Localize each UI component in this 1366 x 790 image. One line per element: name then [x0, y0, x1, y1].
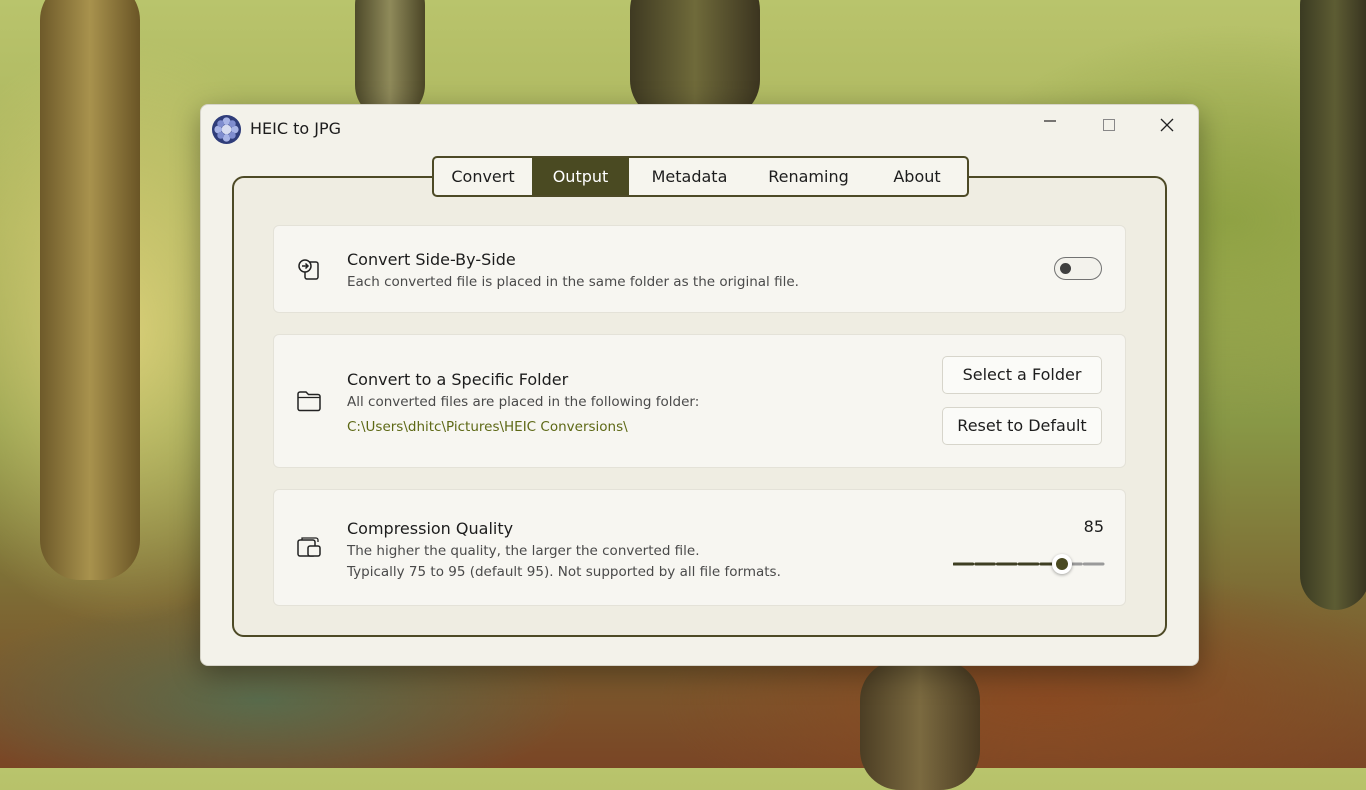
slider-track: [953, 562, 1105, 566]
maximize-icon: [1103, 119, 1115, 131]
quality-value: 85: [1083, 517, 1104, 536]
specific-folder-card: Convert to a Specific Folder All convert…: [273, 334, 1126, 468]
side-by-side-description: Each converted file is placed in the sam…: [347, 274, 799, 290]
minimize-button[interactable]: [1025, 105, 1075, 145]
quality-slider[interactable]: [953, 551, 1105, 577]
side-by-side-title: Convert Side-By-Side: [347, 250, 516, 269]
minimize-icon: [1044, 120, 1056, 122]
compression-quality-note: Typically 75 to 95 (default 95). Not sup…: [347, 564, 781, 580]
specific-folder-title: Convert to a Specific Folder: [347, 370, 569, 389]
specific-folder-description: All converted files are placed in the fo…: [347, 394, 700, 410]
output-folder-path: C:\Users\dhitc\Pictures\HEIC Conversions…: [347, 419, 628, 435]
background-tree-trunk: [860, 660, 980, 790]
compression-quality-description: The higher the quality, the larger the c…: [347, 543, 700, 559]
compression-quality-card: Compression Quality The higher the quali…: [273, 489, 1126, 606]
close-icon: [1160, 118, 1174, 132]
close-button[interactable]: [1142, 105, 1192, 145]
app-logo-icon: [211, 114, 242, 145]
background-tree-trunk: [630, 0, 760, 120]
app-title: HEIC to JPG: [250, 119, 342, 138]
tab-output[interactable]: Output: [532, 158, 629, 195]
slider-thumb[interactable]: [1052, 554, 1073, 574]
tab-renaming[interactable]: Renaming: [750, 158, 867, 195]
background-tree-trunk: [1300, 0, 1366, 610]
toggle-knob: [1060, 263, 1071, 274]
side-by-side-card: Convert Side-By-Side Each converted file…: [273, 225, 1126, 313]
title-bar[interactable]: HEIC to JPG: [201, 105, 1198, 153]
compression-quality-title: Compression Quality: [347, 519, 514, 538]
reset-default-button[interactable]: Reset to Default: [942, 407, 1102, 445]
background-tree-trunk: [355, 0, 425, 120]
select-folder-button[interactable]: Select a Folder: [942, 356, 1102, 394]
tab-metadata[interactable]: Metadata: [629, 158, 750, 195]
compression-icon: [297, 537, 321, 557]
side-by-side-toggle[interactable]: [1054, 257, 1102, 280]
background-tree-trunk: [40, 0, 140, 580]
tab-convert[interactable]: Convert: [434, 158, 532, 195]
maximize-button[interactable]: [1084, 105, 1134, 145]
tab-about[interactable]: About: [867, 158, 967, 195]
side-by-side-icon: [298, 259, 319, 280]
tab-bar: Convert Output Metadata Renaming About: [432, 156, 969, 197]
app-window: HEIC to JPG Convert Output Metadata Rena…: [200, 104, 1199, 666]
folder-icon: [297, 391, 321, 412]
